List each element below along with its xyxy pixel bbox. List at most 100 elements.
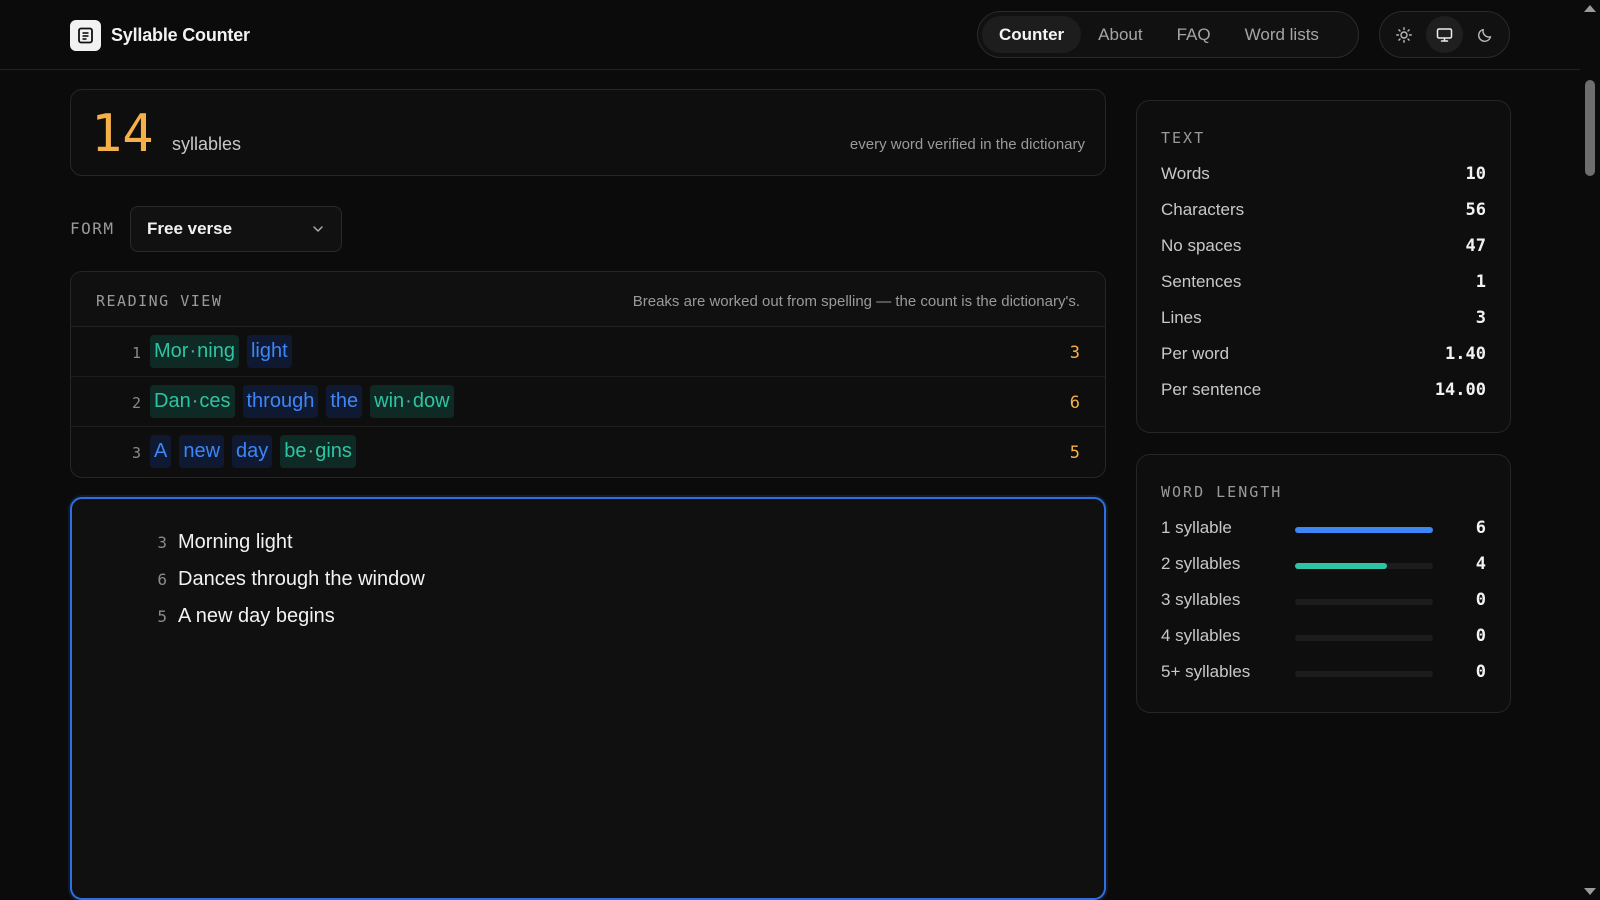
theme-switcher [1379,11,1510,58]
editor-line[interactable]: 5 A new day begins [147,605,335,628]
syllable-break-dot: · [307,440,315,462]
scroll-thumb[interactable] [1585,80,1595,176]
reading-line: 2 Dan · ces through the win · dow 6 [71,377,1105,427]
nav-about[interactable]: About [1081,16,1159,53]
reading-line: 3 Anew day be · gins 5 [71,427,1105,477]
scroll-down-arrow-icon[interactable] [1584,888,1596,895]
main-nav: Counter About FAQ Word lists [977,11,1359,58]
form-select-value: Free verse [147,219,233,238]
line-number: 1 [131,344,141,362]
word-chip: be · gins [280,435,356,468]
word-chip: Dan · ces [150,385,235,418]
stat-label: Lines [1161,308,1202,327]
line-syllable-count: 6 [1069,393,1080,413]
syllable-break-dot: · [191,390,199,412]
document-icon [70,20,101,51]
chevron-down-icon [313,226,323,232]
form-label: FORM [70,219,115,238]
word-length-bar-track [1295,671,1433,677]
stat-label: No spaces [1161,236,1242,255]
editor-line-text[interactable]: A new day begins [178,605,335,628]
syllable: dow [412,390,450,412]
nav-word-lists[interactable]: Word lists [1228,16,1336,53]
syllable: Mor [154,340,189,362]
app-title: Syllable Counter [111,25,250,45]
stat-value: 1.40 [1445,344,1486,364]
editor-line-count: 3 [157,533,167,552]
word-length-bar-track [1295,563,1433,569]
stat-label: Per word [1161,344,1230,363]
text-stats-panel: TEXT Words 10 Characters 56 No spaces 47 Sente… [1136,100,1511,433]
monitor-icon [1436,27,1453,42]
syllable: day [236,440,269,462]
syllable-break-dot: · [189,340,197,362]
syllable: new [183,440,221,462]
word-length-bar [1295,527,1433,533]
app-logo[interactable]: Syllable Counter [70,20,250,51]
word-length-row: 5+ syllables 0 [1161,662,1486,682]
dark-theme-button[interactable] [1466,16,1503,53]
moon-icon [1477,28,1492,42]
syllable-break-dot: · [405,390,412,412]
syllable: light [250,340,288,362]
editor-line-text[interactable]: Dances through the window [178,568,425,591]
form-select[interactable]: Free verse [130,206,342,252]
word-length-title: WORD LENGTH [1161,483,1283,501]
stat-value: 14.00 [1434,380,1486,400]
word-length-row: 2 syllables 4 [1161,554,1486,574]
sun-icon [1396,26,1413,43]
stat-value: 47 [1465,236,1486,256]
stat-row: Lines 3 [1161,308,1486,328]
stat-label: Words [1161,164,1210,183]
line-syllable-count: 3 [1069,343,1080,363]
stat-row: Sentences 1 [1161,272,1486,292]
editor-line[interactable]: 3 Morning light [147,531,293,554]
text-stats-title: TEXT [1161,129,1206,147]
stat-value: 3 [1475,308,1486,328]
system-theme-button[interactable] [1425,16,1463,53]
editor-line-text[interactable]: Morning light [178,531,293,554]
editor-line[interactable]: 6 Dances through the window [147,568,425,591]
syllable-count-card: 14 syllables every word verified in the … [70,89,1106,176]
word-length-value: 4 [1475,554,1486,574]
text-editor[interactable]: 3 Morning light 6 Dances through the window… [70,497,1106,900]
reading-lines: 1 Mor · ning light 3 2 Dan · ces through the win · dow… [71,327,1105,477]
syllable-words: Dan · ces through the win · dow [150,385,454,418]
syllable: gins [315,440,352,462]
nav-counter[interactable]: Counter [982,16,1082,53]
reading-line: 1 Mor · ning light 3 [71,327,1105,377]
stat-label: Characters [1161,200,1245,219]
word-chip: light [246,335,292,368]
word-length-label: 3 syllables [1161,590,1241,609]
word-length-label: 1 syllable [1161,518,1232,537]
syllable: win [374,390,405,412]
word-length-bar-track [1295,527,1433,533]
word-chip: day [232,435,273,468]
word-chip: through [242,385,319,418]
nav-faq[interactable]: FAQ [1160,16,1228,53]
top-header: Syllable Counter Counter About FAQ Word … [0,0,1580,70]
syllable: through [246,390,315,412]
word-length-row: 4 syllables 0 [1161,626,1486,646]
line-syllable-count: 5 [1069,443,1080,463]
word-length-label: 2 syllables [1161,554,1241,573]
editor-line-count: 5 [157,607,167,626]
reading-view-header: READING VIEW Breaks are worked out from … [71,272,1105,327]
stat-value: 56 [1465,200,1486,220]
total-syllable-count: 14 [91,104,154,164]
line-number: 2 [131,394,141,412]
syllable-words: Anew day be · gins [150,435,356,468]
light-theme-button[interactable] [1386,16,1423,53]
stat-row: Per word 1.40 [1161,344,1486,364]
page-scrollbar[interactable] [1580,0,1600,900]
word-chip: new [179,435,225,468]
word-length-label: 5+ syllables [1161,662,1251,681]
word-chip: A [150,435,172,468]
syllable: A [154,440,168,462]
verified-note: every word verified in the dictionary [849,136,1085,153]
scroll-up-arrow-icon[interactable] [1584,5,1596,12]
word-length-row: 3 syllables 0 [1161,590,1486,610]
syllables-label: syllables [172,134,242,154]
stat-label: Sentences [1161,272,1242,291]
stat-row: Words 10 [1161,164,1486,184]
